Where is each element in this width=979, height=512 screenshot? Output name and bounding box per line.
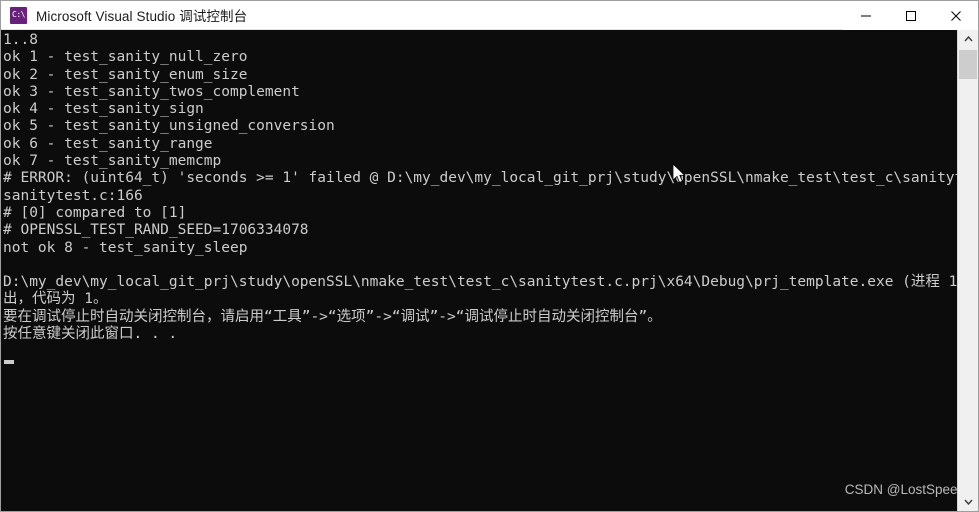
console-line: 要在调试停止时自动关闭控制台，请启用“工具”->“选项”->“调试”->“调试停… bbox=[3, 308, 662, 325]
console-line: 出，代码为 1。 bbox=[3, 291, 108, 308]
console-line: # ERROR: (uint64_t) 'seconds >= 1' faile… bbox=[3, 170, 957, 187]
scrollbar-thumb[interactable] bbox=[959, 50, 977, 79]
console-line: D:\my_dev\my_local_git_prj\study\openSSL… bbox=[3, 274, 957, 291]
console-output-area[interactable]: 1..8 ok 1 - test_sanity_null_zero ok 2 - t… bbox=[1, 30, 957, 511]
chevron-down-icon bbox=[963, 499, 973, 505]
console-line: # OPENSSL_TEST_RAND_SEED=1706334078 bbox=[3, 222, 309, 239]
console-line: ok 4 - test_sanity_sign bbox=[3, 101, 204, 118]
console-line: ok 1 - test_sanity_null_zero bbox=[3, 49, 248, 66]
window-controls bbox=[843, 1, 978, 30]
console-line: ok 7 - test_sanity_memcmp bbox=[3, 153, 222, 170]
console-line: 1..8 bbox=[3, 32, 38, 48]
maximize-button[interactable] bbox=[888, 1, 933, 30]
close-icon bbox=[950, 10, 961, 21]
console-line: # [0] compared to [1] bbox=[3, 204, 187, 221]
title-bar[interactable]: C:\ Microsoft Visual Studio 调试控制台 bbox=[1, 1, 978, 30]
watermark: CSDN @LostSpeed bbox=[844, 482, 965, 497]
chevron-up-icon bbox=[963, 36, 973, 42]
minimize-button[interactable] bbox=[843, 1, 888, 30]
console-line: 按任意键关闭此窗口. . . bbox=[3, 326, 178, 343]
console-text: 1..8 ok 1 - test_sanity_null_zero ok 2 - t… bbox=[3, 32, 957, 343]
maximize-icon bbox=[905, 10, 916, 21]
console-line: ok 2 - test_sanity_enum_size bbox=[3, 66, 248, 83]
scroll-down-arrow[interactable] bbox=[958, 493, 978, 511]
console-caret bbox=[4, 360, 14, 364]
minimize-icon bbox=[860, 15, 871, 16]
scroll-up-arrow[interactable] bbox=[958, 30, 978, 48]
close-button[interactable] bbox=[933, 1, 978, 30]
console-line: ok 3 - test_sanity_twos_complement bbox=[3, 83, 300, 100]
console-app-icon: C:\ bbox=[10, 6, 27, 24]
console-window: C:\ Microsoft Visual Studio 调试控制台 1..8 o… bbox=[0, 0, 979, 512]
console-line: ok 5 - test_sanity_unsigned_conversion bbox=[3, 118, 335, 135]
console-app-icon-glyph: C:\ bbox=[12, 10, 25, 19]
console-line: ok 6 - test_sanity_range bbox=[3, 135, 213, 152]
vertical-scrollbar[interactable] bbox=[957, 30, 978, 511]
console-line: sanitytest.c:166 bbox=[3, 187, 143, 204]
window-title: Microsoft Visual Studio 调试控制台 bbox=[36, 9, 248, 24]
console-line: not ok 8 - test_sanity_sleep bbox=[3, 239, 248, 256]
